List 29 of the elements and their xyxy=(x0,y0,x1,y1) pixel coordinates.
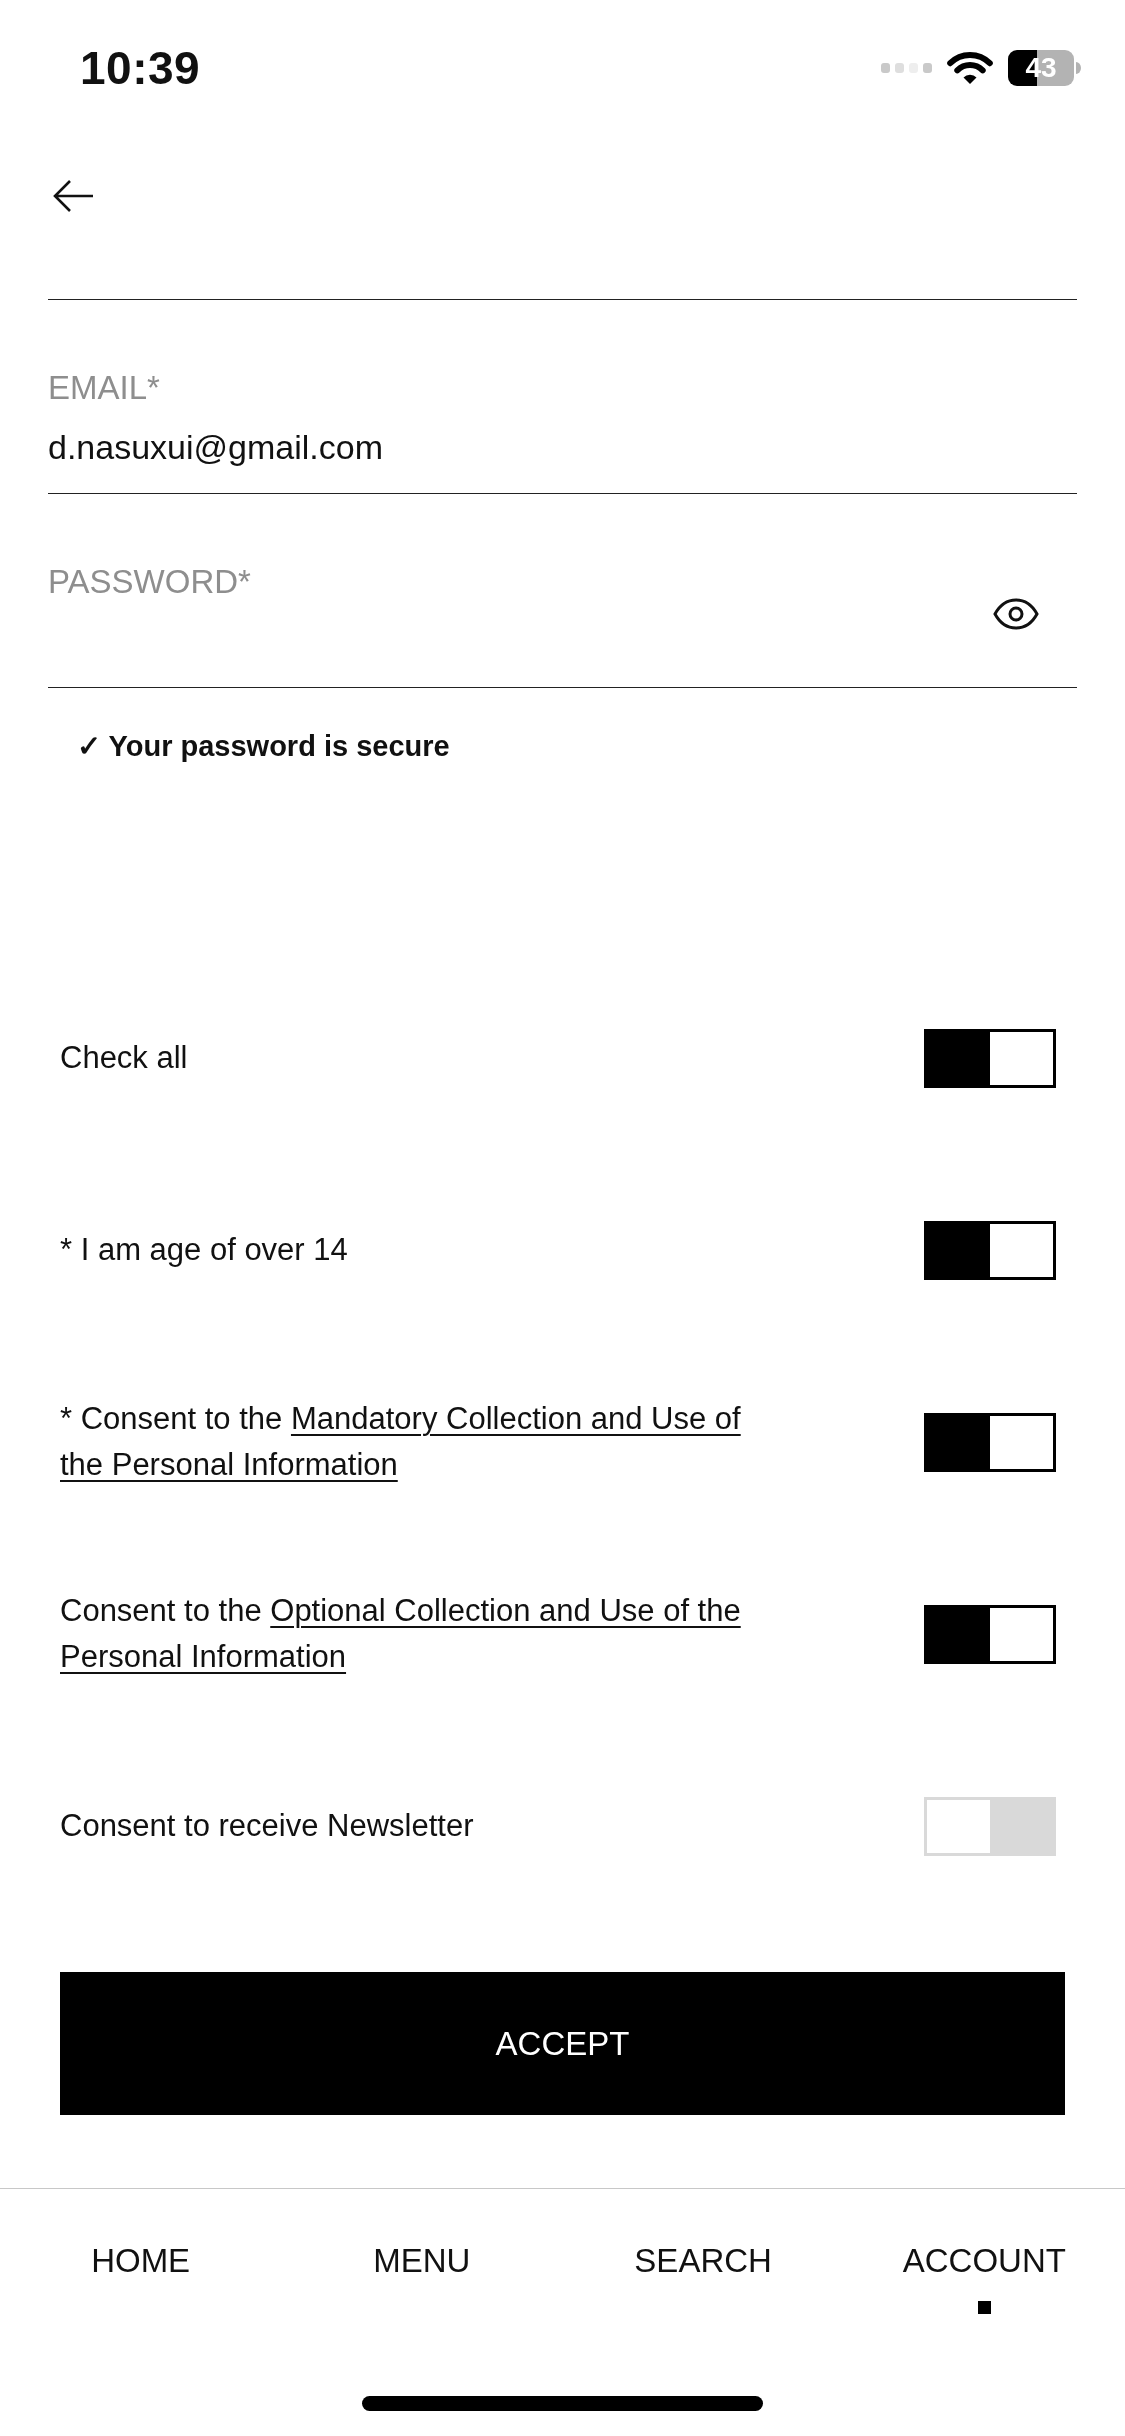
nav-tab[interactable]: HOME xyxy=(91,2241,191,2314)
consent-label: * Consent to the Mandatory Collection and Use of the Personal Information xyxy=(60,1400,741,1484)
signal-icon xyxy=(881,63,932,73)
battery-cap-icon xyxy=(1076,62,1081,74)
accept-button[interactable]: ACCEPT xyxy=(60,1972,1065,2115)
field-label: EMAIL* xyxy=(48,368,160,408)
policy-link[interactable]: Personal Information xyxy=(60,1639,347,1674)
nav-tab[interactable]: ACCOUNT xyxy=(902,2241,1066,2314)
status-time: 10:39 xyxy=(80,45,201,91)
field-label: PASSWORD* xyxy=(48,562,251,602)
toggle-switch[interactable] xyxy=(924,1220,1056,1280)
wifi-icon xyxy=(947,51,993,85)
consent-label: Consent to the Optional Collection and Use of the Personal Information xyxy=(60,1592,741,1676)
consent-label: * I am age of over 14 xyxy=(60,1231,348,1269)
policy-link[interactable]: the Personal Information xyxy=(60,1447,398,1482)
eye-icon[interactable] xyxy=(993,598,1039,630)
toggle-switch[interactable] xyxy=(924,1604,1056,1664)
toggle-switch[interactable] xyxy=(924,1028,1056,1088)
back-arrow-icon[interactable] xyxy=(52,179,94,213)
password-status-text: ✓ Your password is secure xyxy=(77,729,450,764)
consent-label: Check all xyxy=(60,1039,188,1077)
policy-link[interactable]: Optional Collection and Use of the xyxy=(270,1593,741,1628)
consent-label: Consent to receive Newsletter xyxy=(60,1807,474,1845)
email-input[interactable]: d.nasuxui@gmail.com xyxy=(48,422,1077,494)
nav-tab[interactable]: MENU xyxy=(373,2241,471,2314)
toggle-switch[interactable] xyxy=(924,1412,1056,1472)
active-marker-icon xyxy=(977,2301,991,2314)
policy-link[interactable]: Mandatory Collection and Use of xyxy=(290,1401,741,1436)
nav-tab[interactable]: SEARCH xyxy=(634,2241,772,2314)
